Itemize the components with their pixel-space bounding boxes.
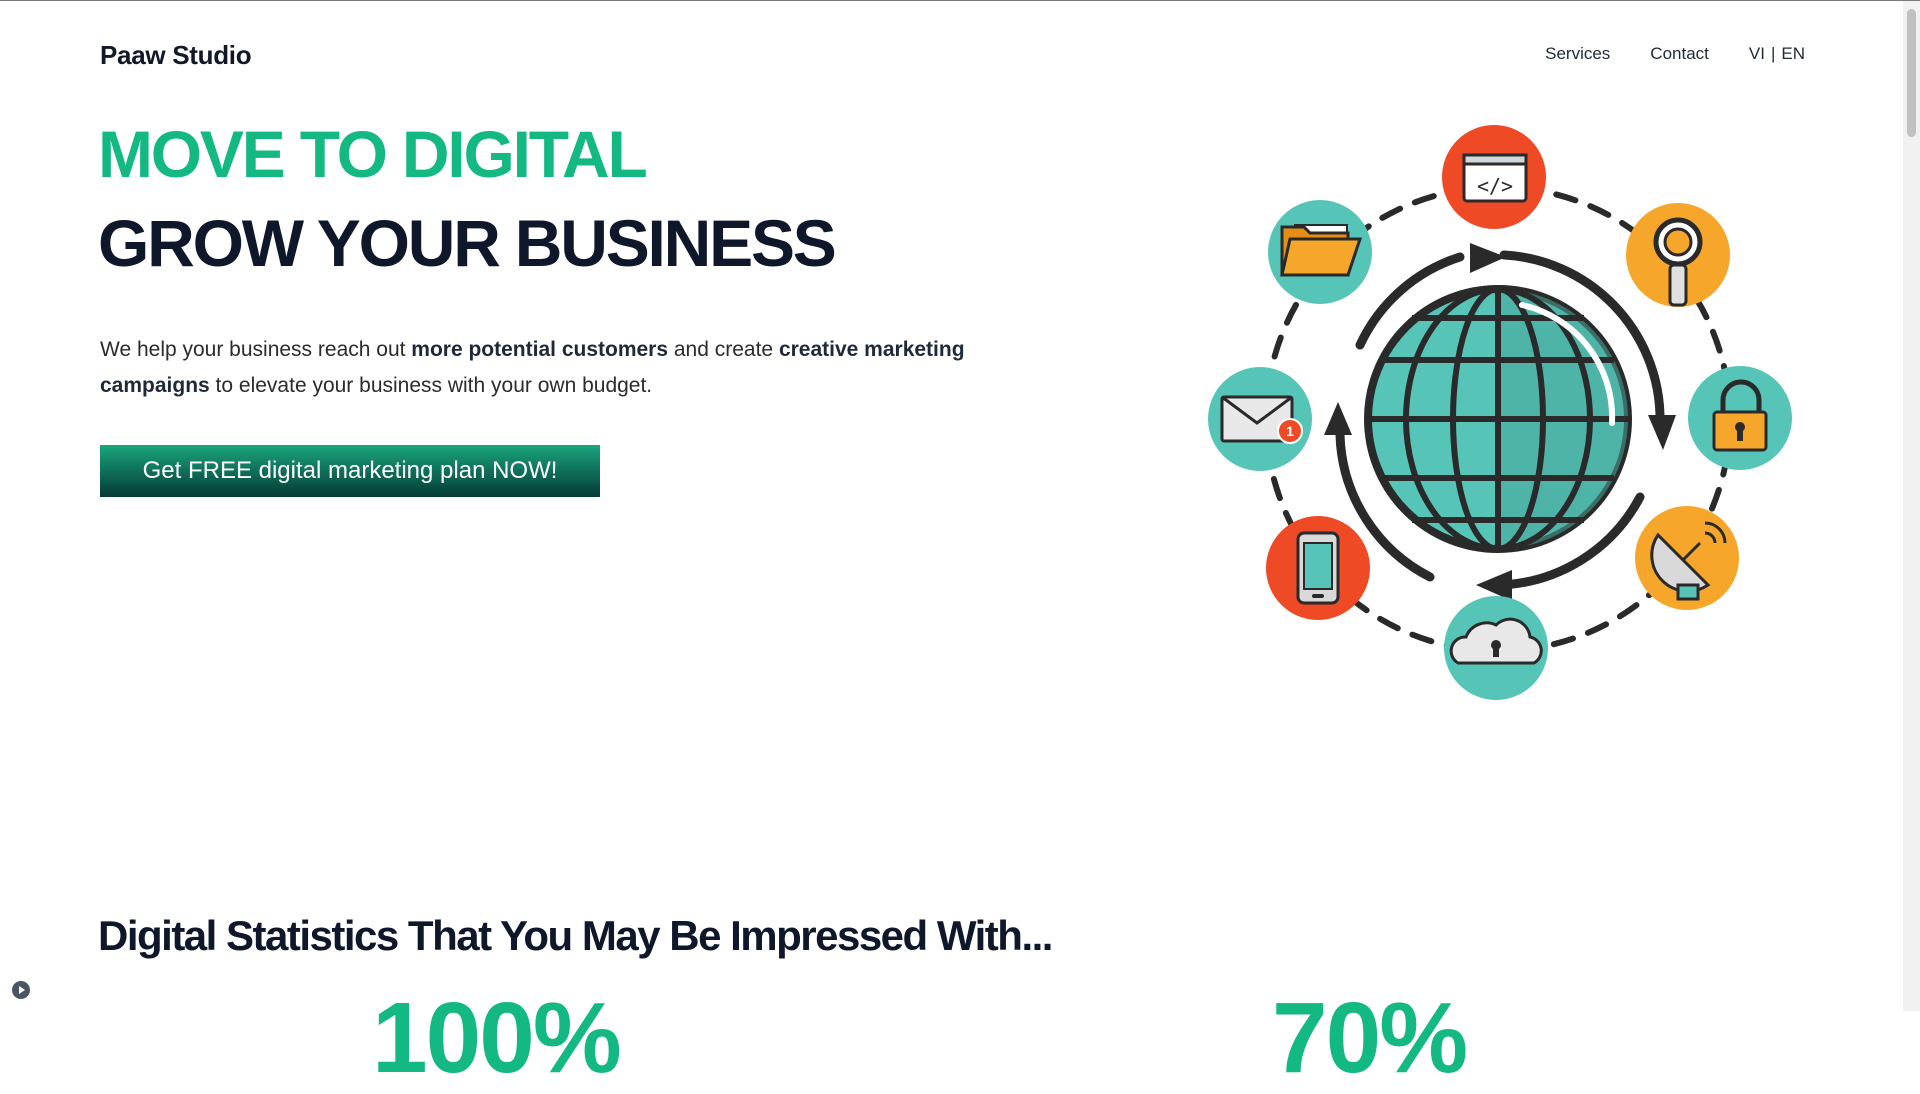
mail-icon: 1 xyxy=(1208,367,1312,471)
hero-headline-secondary: GROW YOUR BUSINESS xyxy=(98,206,837,280)
hero-headline-primary: MOVE TO DIGITAL xyxy=(98,117,648,191)
digital-services-illustration: </> 1 xyxy=(1208,125,1792,700)
nav-contact-link[interactable]: Contact xyxy=(1650,44,1709,64)
hero-description: We help your business reach out more pot… xyxy=(100,332,1030,404)
site-header: Paaw Studio Services Contact VI | EN xyxy=(100,38,1805,74)
nav-services-link[interactable]: Services xyxy=(1545,44,1610,64)
mail-badge-count: 1 xyxy=(1286,423,1294,439)
code-window-icon: </> xyxy=(1442,125,1546,229)
landing-page: Paaw Studio Services Contact VI | EN MOV… xyxy=(0,0,1903,1088)
smartphone-icon xyxy=(1266,516,1370,620)
site-logo[interactable]: Paaw Studio xyxy=(100,40,252,71)
stat-number-1: 100% xyxy=(372,982,622,1094)
globe-icon xyxy=(1364,285,1632,553)
hero-description-text-1: We help your business reach out xyxy=(100,338,412,361)
play-widget-icon[interactable] xyxy=(12,981,30,999)
cloud-lock-icon xyxy=(1444,596,1548,700)
page-scrollbar[interactable] xyxy=(1903,1,1920,1011)
magnifier-icon xyxy=(1626,203,1730,307)
stats-section-title: Digital Statistics That You May Be Impre… xyxy=(98,912,1053,959)
folder-icon xyxy=(1268,200,1372,304)
hero-description-text-3: to elevate your business with your own b… xyxy=(209,374,653,397)
scrollbar-thumb[interactable] xyxy=(1907,9,1916,137)
code-glyph: </> xyxy=(1477,174,1513,198)
satellite-dish-icon xyxy=(1635,506,1739,610)
stat-number-2: 70% xyxy=(1272,982,1468,1094)
lang-separator: | xyxy=(1770,44,1776,63)
free-plan-cta-button[interactable]: Get FREE digital marketing plan NOW! xyxy=(100,445,600,497)
main-nav: Services Contact VI | EN xyxy=(1545,44,1805,64)
padlock-icon xyxy=(1688,366,1792,470)
hero-description-bold-1: more potential customers xyxy=(411,338,669,361)
lang-vi-link[interactable]: VI xyxy=(1749,44,1765,64)
language-switcher: VI | EN xyxy=(1749,44,1805,64)
hero-description-text-2: and create xyxy=(668,338,779,361)
lang-en-link[interactable]: EN xyxy=(1781,44,1805,64)
